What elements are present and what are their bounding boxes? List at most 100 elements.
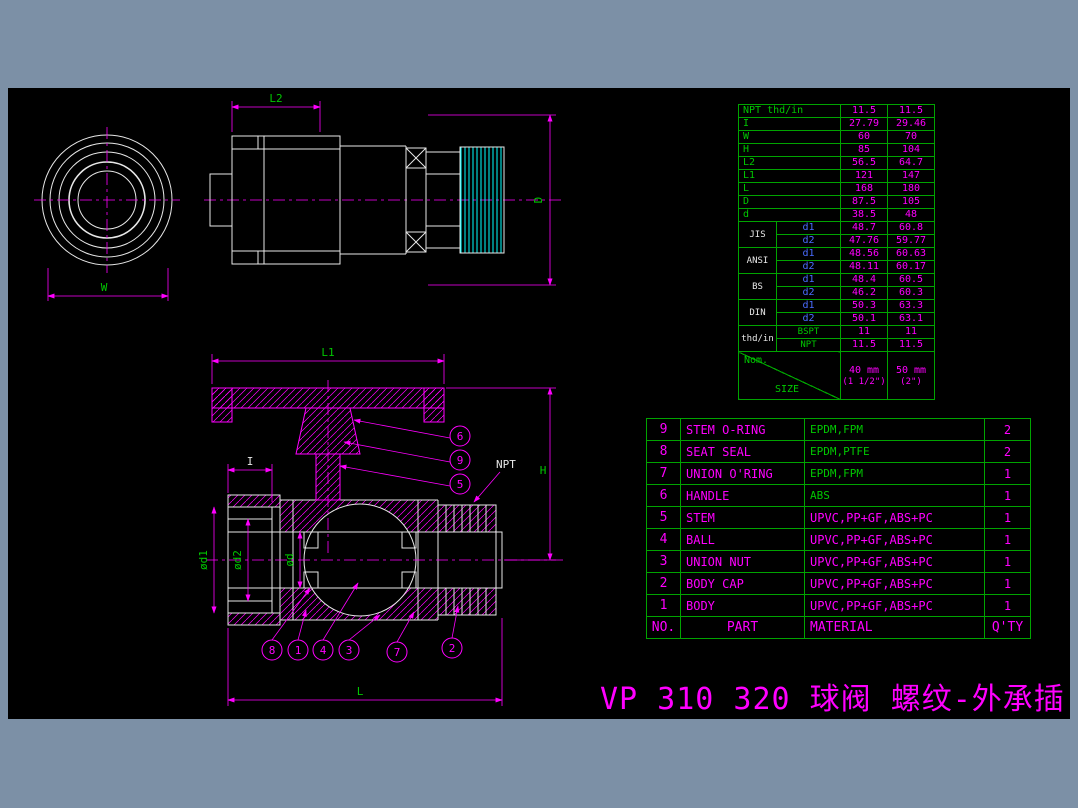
dim-value-cell: 48.11 bbox=[840, 260, 888, 274]
header-qty: Q'TY bbox=[984, 616, 1031, 639]
dim-value-cell: 27.79 bbox=[840, 117, 888, 131]
balloon-7: 7 bbox=[386, 641, 408, 663]
drawing-title: VP 310 320 球阀 螺纹-外承插 bbox=[600, 682, 1065, 717]
thd-sub-cell: BSPT bbox=[776, 325, 841, 339]
parts-row: 9 STEM O-RING EPDM,FPM 2 bbox=[646, 418, 1031, 441]
parts-row: 3 UNION NUT UPVC,PP+GF,ABS+PC 1 bbox=[646, 550, 1031, 573]
dim-label-cell: D bbox=[738, 195, 841, 209]
dim-value-cell: 48.7 bbox=[840, 221, 888, 235]
dim-value-cell: 70 bbox=[887, 130, 935, 144]
part-material: UPVC,PP+GF,ABS+PC bbox=[804, 594, 985, 617]
dim-row: W 60 70 bbox=[738, 130, 935, 144]
dim-label-cell: d bbox=[738, 208, 841, 222]
npt-leader bbox=[473, 471, 501, 503]
part-material: UPVC,PP+GF,ABS+PC bbox=[804, 528, 985, 551]
dim-row: H 85 104 bbox=[738, 143, 935, 157]
parts-row: 8 SEAT SEAL EPDM,PTFE 2 bbox=[646, 440, 1031, 463]
balloon-9: 9 bbox=[449, 449, 471, 471]
dim-value-cell: 11.5 bbox=[887, 338, 935, 352]
dim-value-cell: 60.3 bbox=[887, 286, 935, 300]
dim-value-cell: 60 bbox=[840, 130, 888, 144]
balloon-8: 8 bbox=[261, 639, 283, 661]
parts-row: 4 BALL UPVC,PP+GF,ABS+PC 1 bbox=[646, 528, 1031, 551]
part-no: 7 bbox=[646, 462, 681, 485]
parts-header-row: NO. PART MATERIAL Q'TY bbox=[646, 616, 1031, 639]
dim-row: JIS d1 48.7 60.8 bbox=[738, 221, 935, 248]
svg-text:6: 6 bbox=[457, 430, 464, 443]
dim-value-cell: 50.3 bbox=[840, 299, 888, 313]
dim-label-cell: NPT thd/in bbox=[738, 104, 841, 118]
drawing-canvas: W L2 D L1 I ød1 ød2 ød NPT H L 6 9 5 8 1… bbox=[8, 88, 1070, 719]
dim-value-cell: 60.17 bbox=[887, 260, 935, 274]
part-qty: 1 bbox=[984, 506, 1031, 529]
part-material: ABS bbox=[804, 484, 985, 507]
svg-text:4: 4 bbox=[320, 644, 327, 657]
svg-text:5: 5 bbox=[457, 478, 464, 491]
dim-value-cell: 46.2 bbox=[840, 286, 888, 300]
svg-text:8: 8 bbox=[269, 644, 276, 657]
part-qty: 1 bbox=[984, 550, 1031, 573]
dim-row: BS d1 48.4 60.5 bbox=[738, 273, 935, 300]
part-name: BODY CAP bbox=[680, 572, 805, 595]
dim-value-cell: 11 bbox=[887, 325, 935, 339]
dim-row: DIN d1 50.3 63.3 bbox=[738, 299, 935, 326]
dimension-table: NPT thd/in 11.5 11.5 I 27.79 29.46 W 60 70 H 85… bbox=[738, 104, 935, 400]
npt-label: NPT bbox=[496, 458, 516, 471]
dim-value-cell: 147 bbox=[887, 169, 935, 183]
l2-dimension bbox=[231, 101, 321, 132]
dim-row: L2 56.5 64.7 bbox=[738, 156, 935, 170]
dim-value-cell: 60.8 bbox=[887, 221, 935, 235]
dim-value-cell: 64.7 bbox=[887, 156, 935, 170]
dim-value-cell: 48 bbox=[887, 208, 935, 222]
dim-label-cell: L2 bbox=[738, 156, 841, 170]
dim-label-l2: L2 bbox=[269, 92, 282, 105]
parts-row: 2 BODY CAP UPVC,PP+GF,ABS+PC 1 bbox=[646, 572, 1031, 595]
header-part: PART bbox=[680, 616, 805, 639]
dim-value-cell: 60.63 bbox=[887, 247, 935, 261]
part-material: EPDM,PTFE bbox=[804, 440, 985, 463]
part-name: HANDLE bbox=[680, 484, 805, 507]
dim-value-cell: 180 bbox=[887, 182, 935, 196]
part-qty: 1 bbox=[984, 528, 1031, 551]
part-name: UNION O'RING bbox=[680, 462, 805, 485]
std-sub-cell: d2 bbox=[776, 260, 841, 274]
part-no: 6 bbox=[646, 484, 681, 507]
svg-text:3: 3 bbox=[346, 644, 353, 657]
dim-value-cell: 38.5 bbox=[840, 208, 888, 222]
dim-label-cell: W bbox=[738, 130, 841, 144]
dim-value-cell: 11.5 bbox=[840, 104, 888, 118]
part-no: 3 bbox=[646, 550, 681, 573]
dim-value-cell: 11.5 bbox=[887, 104, 935, 118]
dim-value-cell: 11 bbox=[840, 325, 888, 339]
dim-value-cell: 29.46 bbox=[887, 117, 935, 131]
dim-label-d: D bbox=[532, 197, 545, 204]
part-no: 8 bbox=[646, 440, 681, 463]
std-sub-cell: d2 bbox=[776, 312, 841, 326]
dim-value-cell: 47.76 bbox=[840, 234, 888, 248]
dim-label-cell: H bbox=[738, 143, 841, 157]
std-sub-cell: d2 bbox=[776, 286, 841, 300]
dim-label-h: H bbox=[540, 464, 547, 477]
dim-value-cell: 63.3 bbox=[887, 299, 935, 313]
dim-row: I 27.79 29.46 bbox=[738, 117, 935, 131]
svg-text:2: 2 bbox=[449, 642, 456, 655]
part-no: 1 bbox=[646, 594, 681, 617]
dim-label-cell: L bbox=[738, 182, 841, 196]
dim-row: L1 121 147 bbox=[738, 169, 935, 183]
dim-value-cell: 87.5 bbox=[840, 195, 888, 209]
part-name: STEM bbox=[680, 506, 805, 529]
w-dimension bbox=[47, 268, 169, 301]
dim-row: L 168 180 bbox=[738, 182, 935, 196]
part-qty: 1 bbox=[984, 484, 1031, 507]
header-material: MATERIAL bbox=[804, 616, 985, 639]
dim-label-w: W bbox=[101, 281, 108, 294]
part-material: UPVC,PP+GF,ABS+PC bbox=[804, 572, 985, 595]
dim-label-cell: I bbox=[738, 117, 841, 131]
cad-viewer-window: { "title": "VP 310 320 球阀 螺纹-外承插", "colo… bbox=[0, 0, 1078, 808]
dim-value-cell: 104 bbox=[887, 143, 935, 157]
parts-row: 7 UNION O'RING EPDM,FPM 1 bbox=[646, 462, 1031, 485]
dim-value-cell: 59.77 bbox=[887, 234, 935, 248]
std-group-cell: JIS bbox=[738, 221, 777, 248]
dim-label-i: I bbox=[247, 455, 254, 468]
dim-value-cell: 48.56 bbox=[840, 247, 888, 261]
